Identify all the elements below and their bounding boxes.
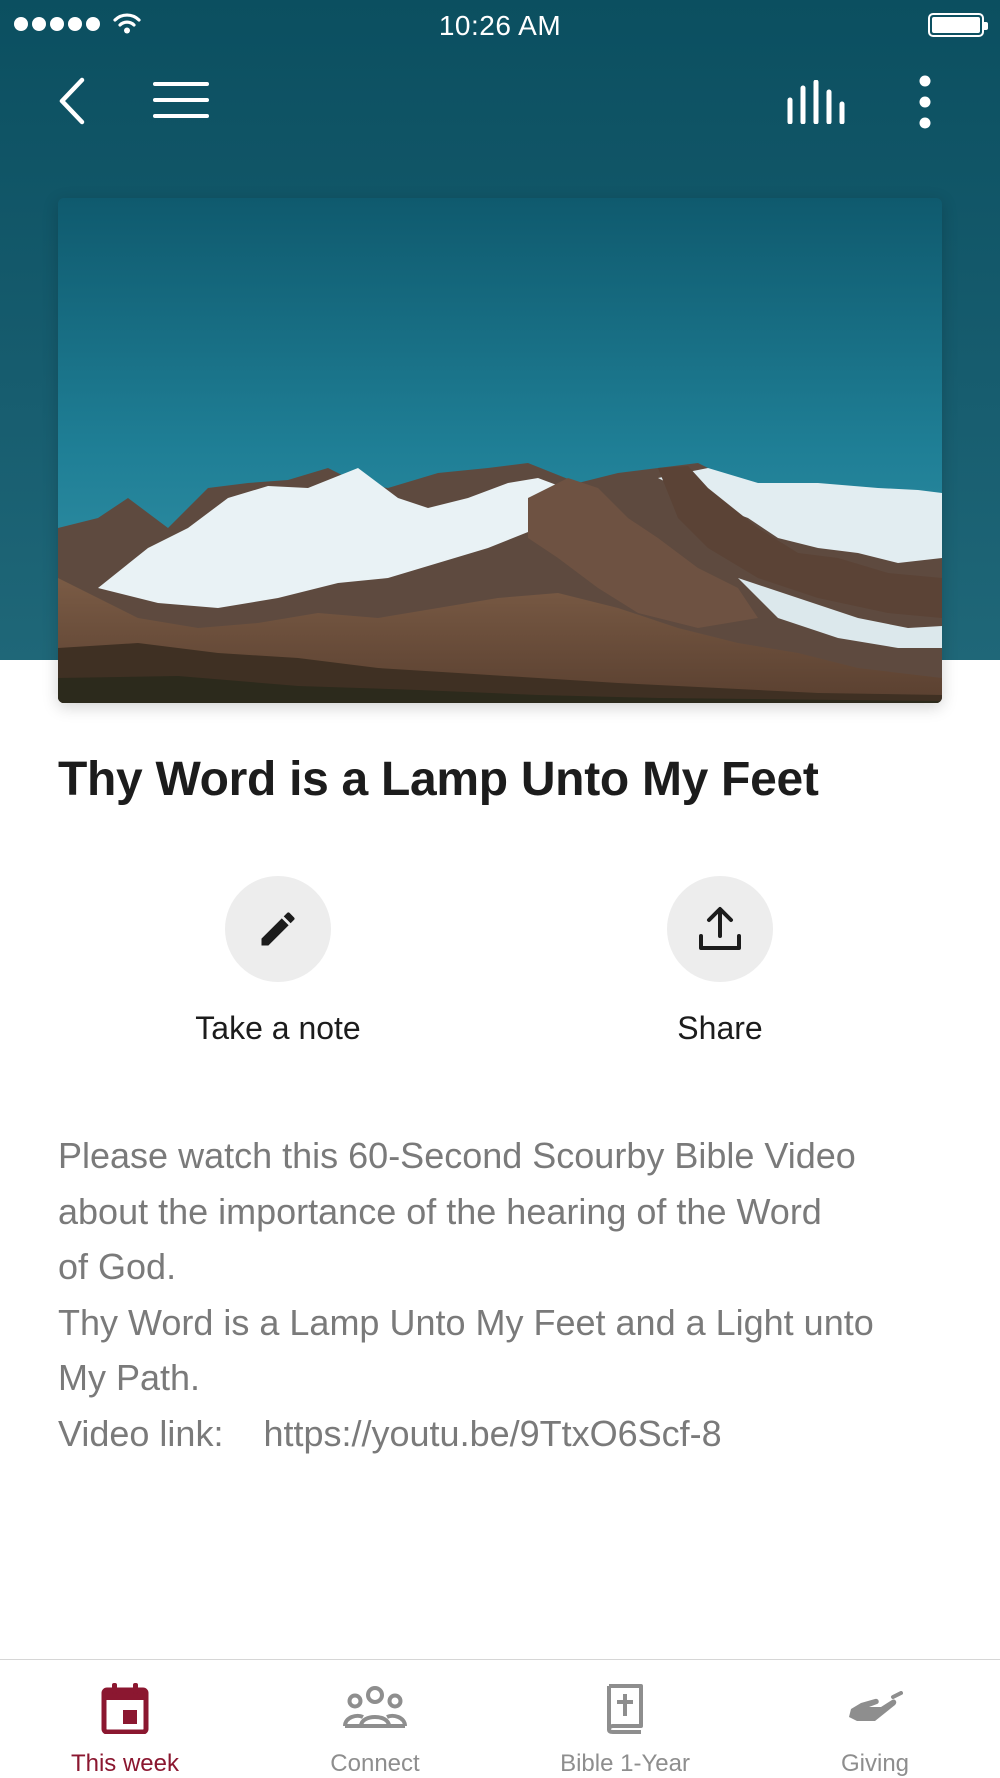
tab-bar: This week Connect Bible 1-Year Giving — [0, 1659, 1000, 1778]
share-label: Share — [677, 1010, 763, 1046]
back-chevron-icon[interactable] — [52, 74, 92, 128]
tab-label: Bible 1-Year — [560, 1750, 690, 1777]
tab-label: Giving — [840, 1750, 910, 1777]
pencil-icon — [261, 912, 295, 946]
video-link-line: Video link: https://youtu.be/9TtxO6Scf-8 — [58, 1406, 958, 1462]
battery-icon — [928, 13, 988, 37]
tab-bible-1-year[interactable]: Bible 1-Year — [500, 1660, 750, 1778]
audio-bars-icon[interactable] — [786, 79, 846, 125]
description-line: about the importance of the hearing of t… — [58, 1190, 822, 1232]
pencil-icon-circle[interactable] — [225, 876, 331, 982]
share-icon-circle[interactable] — [667, 876, 773, 982]
description: Please watch this 60-Second Scourby Bibl… — [58, 1128, 958, 1461]
hamburger-menu-icon[interactable] — [152, 80, 210, 120]
page-title: Thy Word is a Lamp Unto My Feet — [58, 753, 819, 806]
status-bar: 10:26 AM — [0, 0, 1000, 50]
share-upload-icon — [699, 907, 741, 950]
tab-giving[interactable]: Giving — [750, 1660, 1000, 1778]
description-line: Please watch this 60-Second Scourby Bibl… — [58, 1135, 856, 1176]
tab-label: Connect — [330, 1750, 420, 1777]
take-note-button[interactable]: Take a note — [148, 876, 408, 1047]
description-line: Thy Word is a Lamp Unto My Feet and a Li… — [58, 1301, 874, 1343]
giving-hand-icon — [849, 1691, 903, 1721]
video-link-label: Video link: — [58, 1412, 224, 1454]
take-note-label: Take a note — [195, 1010, 361, 1046]
calendar-icon — [101, 1683, 149, 1734]
tab-this-week[interactable]: This week — [0, 1660, 250, 1778]
vertical-dots-icon[interactable] — [910, 74, 940, 130]
people-group-icon — [343, 1686, 407, 1728]
status-time: 10:26 AM — [438, 10, 562, 41]
description-line: of God. — [58, 1246, 177, 1287]
tab-connect[interactable]: Connect — [250, 1660, 500, 1778]
share-button[interactable]: Share — [590, 876, 850, 1047]
video-link-url[interactable]: https://youtu.be/9TtxO6Scf-8 — [263, 1413, 721, 1454]
tab-label: This week — [70, 1750, 180, 1777]
hero-image — [58, 198, 942, 703]
bible-cross-icon — [607, 1684, 643, 1734]
description-line: My Path. — [58, 1357, 201, 1398]
